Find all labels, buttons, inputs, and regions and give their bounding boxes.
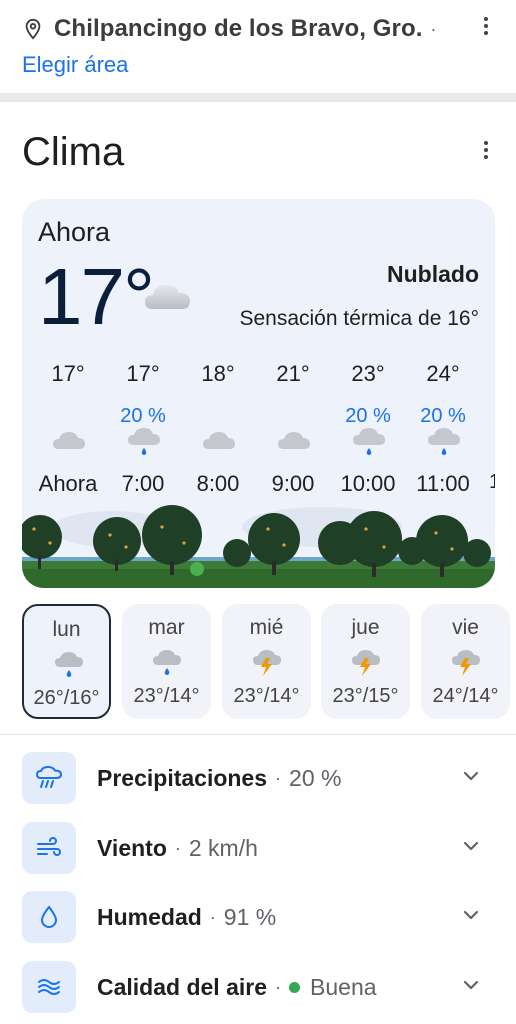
day-name: mié bbox=[249, 616, 284, 639]
hourly-time: 10:00 bbox=[340, 471, 396, 496]
air-quality-label: Calidad del aire bbox=[97, 973, 268, 1000]
day-temp-range: 23°/14° bbox=[133, 685, 200, 707]
divider bbox=[0, 734, 516, 735]
humidity-separator: · bbox=[209, 906, 216, 927]
day-temp-range: 23°/14° bbox=[233, 685, 300, 707]
page-title: Clima bbox=[22, 130, 125, 174]
cloud-rain-icon bbox=[55, 652, 83, 677]
precipitation-separator: · bbox=[275, 767, 282, 788]
weather-more-options-icon[interactable] bbox=[474, 136, 498, 164]
location-more-options-icon[interactable] bbox=[474, 12, 498, 40]
day-temp-range: 23°/15° bbox=[332, 685, 399, 707]
hourly-time: 7:00 bbox=[121, 471, 165, 496]
current-weather-card[interactable]: Ahora 17° Nublado Sensación térmica de 1… bbox=[22, 199, 495, 588]
hourly-next-peek: 1 bbox=[489, 471, 495, 493]
cloud-rain-icon bbox=[353, 428, 385, 455]
cloud-icon bbox=[278, 432, 310, 449]
location-separator: · bbox=[430, 18, 437, 39]
precipitation-label: Precipitaciones bbox=[97, 764, 268, 791]
wind-icon bbox=[22, 822, 76, 874]
precipitation-value: 20 % bbox=[289, 764, 342, 791]
cloud-rain-icon bbox=[428, 428, 460, 455]
wind-row[interactable]: Viento · 2 km/h bbox=[22, 821, 492, 875]
current-temperature: 17° bbox=[38, 252, 155, 341]
air-quality-separator: · bbox=[275, 976, 282, 997]
hourly-temp: 24° bbox=[426, 361, 460, 386]
day-card[interactable]: mar 23°/14° bbox=[122, 604, 211, 719]
precipitation-row[interactable]: Precipitaciones · 20 % bbox=[22, 751, 492, 805]
cloud-rain-icon bbox=[153, 650, 181, 675]
thunderstorm-icon bbox=[352, 650, 380, 676]
chevron-down-icon[interactable] bbox=[460, 974, 482, 996]
daily-forecast[interactable]: lun 26°/16° mar 23°/14° mié 23°/14° jue … bbox=[22, 604, 516, 719]
hourly-temp: 17° bbox=[51, 361, 85, 386]
wind-value: 2 km/h bbox=[188, 834, 258, 861]
hourly-time: 9:00 bbox=[271, 471, 315, 496]
weather-landscape-illustration bbox=[22, 499, 495, 588]
air-waves-icon bbox=[22, 961, 76, 1013]
air-quality-status-dot bbox=[289, 981, 301, 993]
humidity-value: 91 % bbox=[223, 903, 277, 930]
hourly-precip: 20 % bbox=[420, 405, 466, 427]
cloud-rain-icon bbox=[128, 428, 160, 455]
hourly-temp: 17° bbox=[126, 361, 160, 386]
day-card[interactable]: mié 23°/14° bbox=[222, 604, 311, 719]
thunderstorm-icon bbox=[452, 650, 480, 676]
air-quality-value: Buena bbox=[310, 973, 377, 1000]
day-name: lun bbox=[52, 618, 81, 641]
air-quality-row[interactable]: Calidad del aire · Buena bbox=[22, 960, 492, 1014]
hourly-precip: 20 % bbox=[120, 405, 166, 427]
hourly-temp: 18° bbox=[201, 361, 235, 386]
chevron-down-icon[interactable] bbox=[460, 904, 482, 926]
water-drop-icon bbox=[22, 891, 76, 943]
umbrella-rain-icon bbox=[22, 752, 76, 804]
chevron-down-icon[interactable] bbox=[460, 765, 482, 787]
feels-like-text: Sensación térmica de 16° bbox=[239, 307, 479, 330]
day-card[interactable]: vie 24°/14° bbox=[421, 604, 510, 719]
humidity-label: Humedad bbox=[97, 903, 202, 930]
day-name: jue bbox=[351, 616, 380, 639]
day-card[interactable]: jue 23°/15° bbox=[321, 604, 410, 719]
location-name: Chilpancingo de los Bravo, Gro. bbox=[54, 15, 423, 42]
thunderstorm-icon bbox=[253, 650, 281, 676]
wind-separator: · bbox=[174, 837, 181, 858]
hourly-time: 11:00 bbox=[416, 471, 470, 496]
condition-text: Nublado bbox=[387, 261, 479, 287]
day-temp-range: 24°/14° bbox=[432, 685, 499, 707]
location-header[interactable]: Chilpancingo de los Bravo, Gro. · bbox=[22, 12, 502, 46]
day-name: vie bbox=[452, 616, 479, 639]
cloud-icon bbox=[145, 285, 190, 309]
current-label: Ahora bbox=[38, 217, 111, 247]
cloud-icon bbox=[203, 432, 235, 449]
wind-label: Viento bbox=[97, 834, 167, 861]
day-card-selected[interactable]: lun 26°/16° bbox=[22, 604, 111, 719]
section-divider bbox=[0, 93, 516, 102]
cloud-icon bbox=[53, 432, 85, 449]
hourly-temp: 23° bbox=[351, 361, 385, 386]
change-area-link[interactable]: Elegir área bbox=[22, 52, 128, 78]
day-temp-range: 26°/16° bbox=[33, 687, 100, 709]
day-name: mar bbox=[148, 616, 185, 639]
location-pin-icon bbox=[25, 18, 41, 40]
hourly-temp: 21° bbox=[276, 361, 310, 386]
chevron-down-icon[interactable] bbox=[460, 835, 482, 857]
hourly-precip: 20 % bbox=[345, 405, 391, 427]
hourly-time: Ahora bbox=[38, 471, 98, 496]
hourly-forecast[interactable]: 17° Ahora 17° 20 % 7:00 18° 8:00 21° 9:0… bbox=[22, 361, 495, 501]
hourly-time: 8:00 bbox=[196, 471, 240, 496]
humidity-row[interactable]: Humedad · 91 % bbox=[22, 890, 492, 944]
